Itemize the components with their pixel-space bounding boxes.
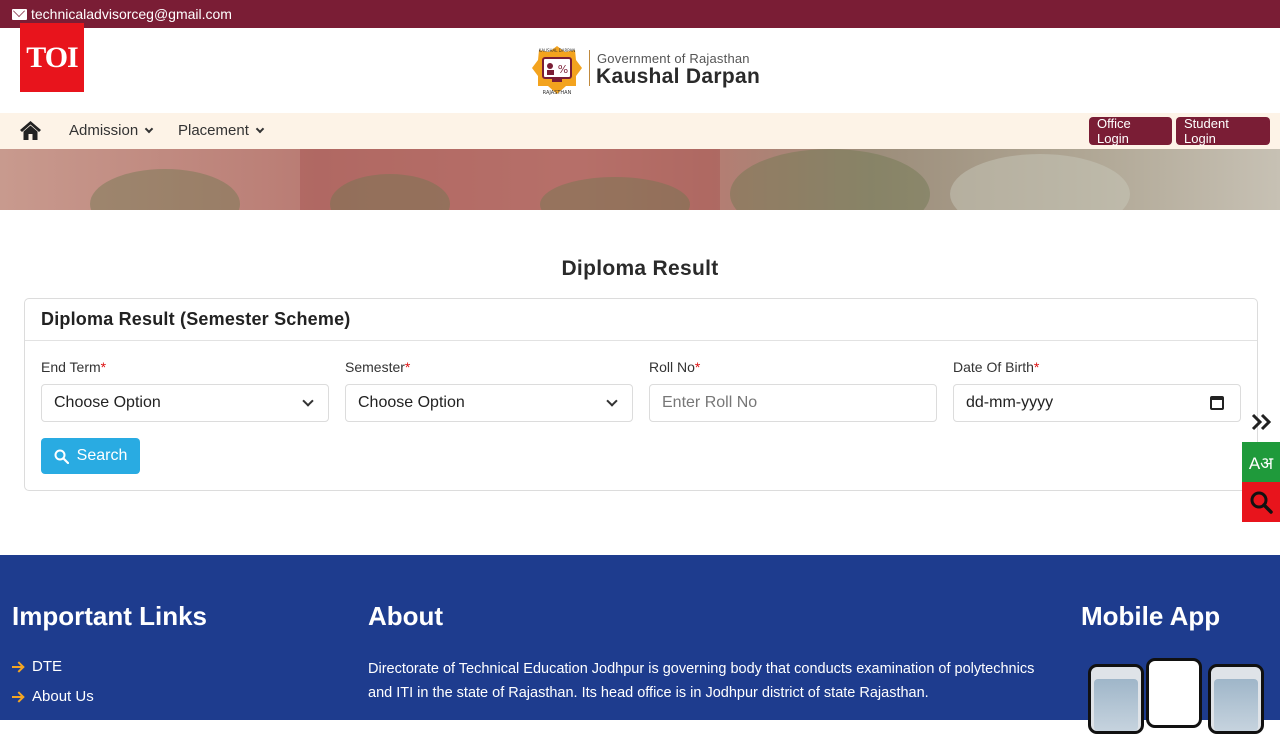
search-icon (1250, 491, 1273, 514)
search-icon (54, 449, 69, 464)
roll-no-input[interactable]: Enter Roll No (649, 384, 937, 422)
logo-bottom-text: RAJASTHAN (543, 90, 572, 96)
roll-no-label: Roll No* (649, 359, 701, 375)
translate-icon: Aअ (1248, 453, 1274, 473)
contact-email[interactable]: technicaladvisorceg@gmail.com (31, 6, 232, 22)
government-text: Government of Rajasthan (597, 51, 750, 66)
office-login-button[interactable]: Office Login (1089, 116, 1172, 146)
search-button-label: Search (76, 447, 128, 464)
nav-placement-label: Placement (178, 122, 249, 139)
footer-link-dte[interactable]: DTE (12, 658, 62, 675)
arrow-right-icon (12, 691, 24, 703)
chevron-down-icon (606, 395, 618, 407)
chevron-down-icon (302, 395, 314, 407)
semester-select[interactable]: Choose Option (345, 384, 633, 422)
campus-banner-image (0, 149, 1280, 210)
home-icon[interactable] (20, 121, 41, 140)
end-term-value: Choose Option (54, 394, 161, 411)
side-search-button[interactable] (1242, 482, 1280, 522)
page-title: Diploma Result (561, 257, 719, 280)
footer-about-text: Directorate of Technical Education Jodhp… (368, 661, 1035, 701)
envelope-icon (12, 8, 27, 20)
student-login-button[interactable]: Student Login (1176, 116, 1270, 146)
logo-divider (589, 50, 590, 86)
footer-app-title: Mobile App (1081, 601, 1221, 631)
arrow-right-icon (12, 661, 24, 673)
kaushal-darpan-emblem-icon: % KAUSHAL DARPAN RAJASTHAN (532, 46, 582, 96)
nav-admission-label: Admission (69, 122, 139, 139)
end-term-select[interactable]: Choose Option (41, 384, 329, 422)
svg-text:%: % (558, 63, 568, 76)
site-title: Kaushal Darpan (596, 65, 761, 88)
footer-about-title: About (368, 601, 444, 631)
footer-link-about-us[interactable]: About Us (12, 688, 94, 705)
footer-links-title: Important Links (12, 601, 208, 631)
footer-link-label: About Us (32, 688, 94, 705)
logo-top-text: KAUSHAL DARPAN (539, 48, 575, 53)
phone-image (1088, 664, 1144, 734)
date-of-birth-placeholder: dd-mm-yyyy (966, 394, 1054, 411)
double-chevron-right-icon[interactable] (1250, 411, 1272, 433)
footer-link-label: DTE (32, 658, 62, 675)
language-toggle-button[interactable]: Aअ (1242, 442, 1280, 482)
nav-placement[interactable]: Placement (178, 122, 265, 139)
semester-value: Choose Option (358, 394, 465, 411)
toi-watermark-logo: TOI (20, 23, 84, 92)
chevron-down-icon (144, 124, 154, 133)
top-contact-bar: technicaladvisorceg@gmail.com (0, 0, 1280, 28)
nav-admission[interactable]: Admission (69, 122, 154, 139)
mobile-app-screenshots[interactable] (1088, 658, 1268, 734)
date-of-birth-input[interactable]: dd-mm-yyyy (953, 384, 1241, 422)
roll-no-placeholder: Enter Roll No (662, 394, 758, 411)
semester-label: Semester* (345, 359, 411, 375)
phone-image (1208, 664, 1264, 734)
end-term-label: End Term* (41, 359, 107, 375)
calendar-icon[interactable] (1210, 396, 1224, 410)
search-button[interactable]: Search (41, 438, 140, 474)
phone-image (1146, 658, 1202, 728)
date-of-birth-label: Date Of Birth* (953, 359, 1040, 375)
chevron-down-icon (255, 124, 265, 133)
card-title: Diploma Result (Semester Scheme) (25, 299, 1257, 341)
